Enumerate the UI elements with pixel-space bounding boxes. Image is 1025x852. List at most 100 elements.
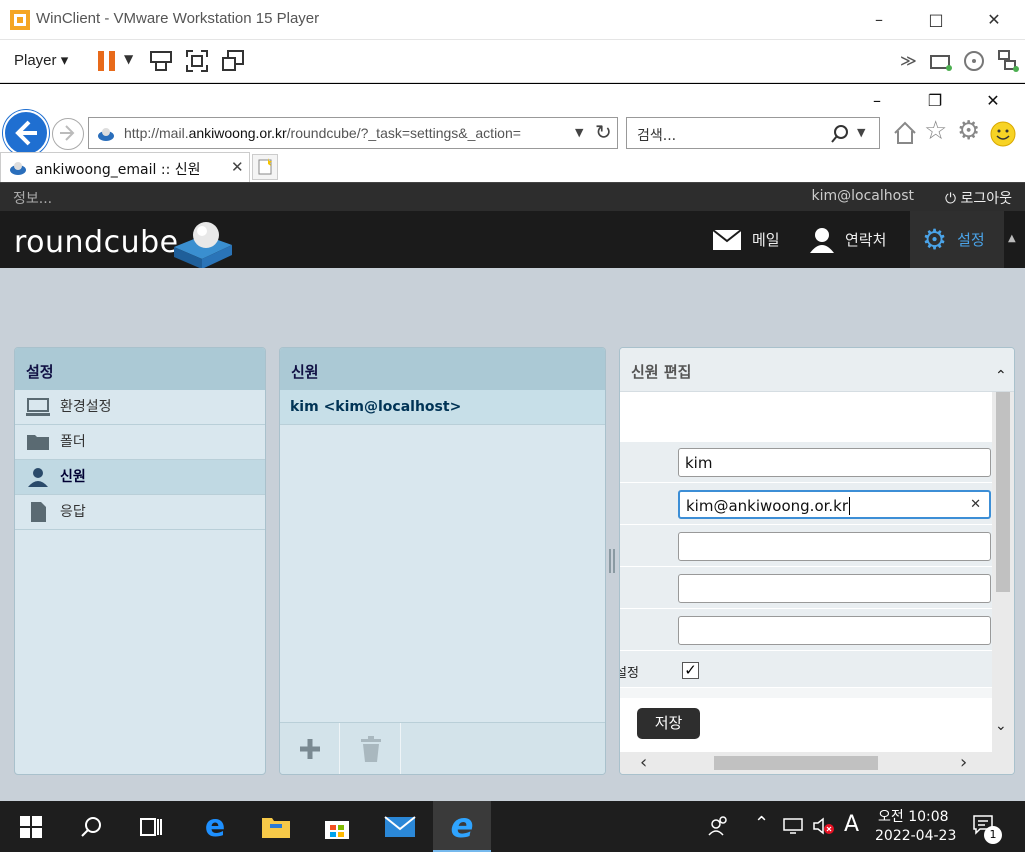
edit-panel-title: 신원 편집: [620, 348, 1014, 392]
ie-restore-button[interactable]: ❐: [920, 92, 950, 112]
email-input-value: kim@ankiwoong.or.kr: [686, 497, 849, 515]
maximize-button[interactable]: □: [922, 8, 950, 32]
tools-gear-icon[interactable]: ⚙: [957, 116, 980, 146]
default-checkbox[interactable]: ✓: [682, 662, 699, 679]
url-text[interactable]: http://mail.ankiwoong.or.kr/roundcube/?_…: [124, 125, 521, 141]
organization-input[interactable]: [678, 532, 991, 561]
bcc-input[interactable]: [678, 616, 991, 645]
edit-identity-panel: 신원 편집 kim kim@ankiwoong.or.kr ✕ 설정 ✓ 저장 …: [619, 347, 1015, 775]
forward-button[interactable]: [52, 118, 84, 150]
settings-item-label: 신원: [60, 469, 86, 485]
reply-to-input[interactable]: [678, 574, 991, 603]
add-identity-button[interactable]: [280, 723, 340, 774]
clear-input-icon[interactable]: ✕: [970, 497, 981, 512]
scroll-up-icon[interactable]: ⌃: [995, 368, 1007, 384]
people-icon[interactable]: [708, 815, 730, 837]
collapse-header-icon[interactable]: ▲: [1008, 233, 1016, 244]
browser-tab[interactable]: ankiwoong_email :: 신원 ✕: [0, 152, 250, 182]
ie-search-box[interactable]: 검색... ▼: [626, 117, 880, 149]
form-row-name: kim: [620, 442, 993, 483]
nav-mail[interactable]: 메일: [700, 211, 792, 268]
ime-indicator[interactable]: A: [844, 812, 859, 837]
refresh-icon[interactable]: ↻: [595, 120, 612, 144]
delete-identity-button[interactable]: [341, 723, 401, 774]
cd-icon[interactable]: [962, 48, 988, 74]
address-bar[interactable]: http://mail.ankiwoong.or.kr/roundcube/?_…: [88, 117, 618, 149]
vmware-logo-icon: [10, 10, 30, 30]
taskbar-search-button[interactable]: [62, 801, 120, 852]
vmware-toolbar: Player ▾ ▼ ≫: [0, 40, 1025, 83]
trash-icon: [360, 736, 381, 762]
scroll-left-icon[interactable]: ‹: [640, 752, 647, 773]
task-view-button[interactable]: [122, 801, 180, 852]
tab-close-icon[interactable]: ✕: [231, 158, 244, 176]
nav-settings[interactable]: ⚙ 설정: [910, 211, 1004, 268]
taskbar-explorer[interactable]: [247, 801, 305, 852]
taskbar-store[interactable]: [308, 801, 366, 852]
notification-center-button[interactable]: 1: [972, 814, 1002, 844]
home-icon[interactable]: [892, 120, 918, 146]
new-tab-button[interactable]: [252, 154, 278, 180]
favorites-star-icon[interactable]: ☆: [924, 116, 947, 146]
settings-item-folders[interactable]: 폴더: [15, 425, 265, 460]
pause-icon[interactable]: [95, 48, 121, 74]
roundcube-header: roundcube 메일 연락처 ⚙ 설정 ▲: [0, 211, 1025, 269]
form-row-bcc: [620, 610, 993, 651]
scroll-right-icon[interactable]: ›: [960, 752, 967, 773]
close-button[interactable]: ✕: [980, 8, 1008, 32]
search-dropdown-icon[interactable]: ▼: [857, 126, 865, 139]
save-button[interactable]: 저장: [637, 708, 700, 739]
full-screen-icon[interactable]: [184, 48, 210, 74]
ie-icon: e: [450, 805, 474, 846]
email-input[interactable]: kim@ankiwoong.or.kr ✕: [678, 490, 991, 519]
logout-link[interactable]: ⏻ 로그아웃: [945, 188, 1012, 208]
nav-contacts[interactable]: 연락처: [797, 211, 898, 268]
settings-item-responses[interactable]: 응답: [15, 495, 265, 530]
document-icon: [31, 502, 46, 522]
taskbar-mail[interactable]: [371, 801, 429, 852]
ie-close-button[interactable]: ✕: [978, 92, 1008, 112]
url-dropdown-icon[interactable]: ▼: [575, 126, 583, 139]
search-placeholder: 검색...: [637, 128, 677, 144]
url-prefix: http://mail.: [124, 125, 189, 141]
url-domain: ankiwoong.or.kr: [188, 125, 287, 141]
form-row-default: 설정 ✓: [620, 652, 993, 688]
panel-splitter[interactable]: [609, 549, 615, 573]
settings-panel: 설정 환경설정 폴더 신원 응답: [14, 347, 266, 775]
unity-icon[interactable]: [220, 48, 246, 74]
about-link[interactable]: 정보...: [13, 188, 52, 208]
scrollbar-thumb[interactable]: [996, 392, 1010, 592]
start-button[interactable]: [2, 801, 60, 852]
vertical-scrollbar[interactable]: ⌃ ⌄: [992, 368, 1014, 754]
taskbar-ie[interactable]: e: [433, 801, 491, 852]
scroll-down-icon[interactable]: ⌄: [995, 718, 1007, 734]
identity-row[interactable]: kim <kim@localhost>: [280, 390, 605, 425]
mail-app-icon: [384, 815, 416, 837]
minimize-button[interactable]: –: [865, 8, 893, 32]
taskbar-edge[interactable]: e: [186, 801, 244, 852]
identities-panel: 신원 kim <kim@localhost>: [279, 347, 606, 775]
player-menu[interactable]: Player ▾: [14, 51, 68, 69]
horizontal-scrollbar[interactable]: ‹ ›: [620, 752, 1014, 774]
settings-item-identities[interactable]: 신원: [15, 460, 265, 495]
show-hidden-icons-icon[interactable]: ⌃: [754, 813, 769, 834]
hard-disk-icon[interactable]: [928, 48, 954, 74]
clock-date[interactable]: 2022-04-23: [875, 828, 956, 844]
clock-time[interactable]: 오전 10:08: [878, 806, 949, 826]
send-ctrl-alt-del-icon[interactable]: [148, 48, 174, 74]
name-input[interactable]: kim: [678, 448, 991, 477]
volume-muted-icon[interactable]: [812, 817, 836, 835]
settings-gear-icon: ⚙: [922, 223, 948, 256]
ie-minimize-button[interactable]: –: [862, 92, 892, 112]
h-scrollbar-thumb[interactable]: [714, 756, 878, 770]
pause-dropdown-icon[interactable]: ▼: [124, 52, 133, 66]
network-icon[interactable]: [995, 48, 1021, 74]
smiley-feedback-icon[interactable]: [990, 121, 1016, 147]
network-status-icon[interactable]: [782, 817, 804, 835]
more-devices-icon[interactable]: ≫: [900, 51, 917, 70]
nav-settings-label: 설정: [957, 231, 985, 249]
settings-item-preferences[interactable]: 환경설정: [15, 390, 265, 425]
notification-count-badge: 1: [984, 826, 1002, 844]
search-icon[interactable]: [830, 124, 850, 144]
back-button[interactable]: [3, 110, 49, 156]
